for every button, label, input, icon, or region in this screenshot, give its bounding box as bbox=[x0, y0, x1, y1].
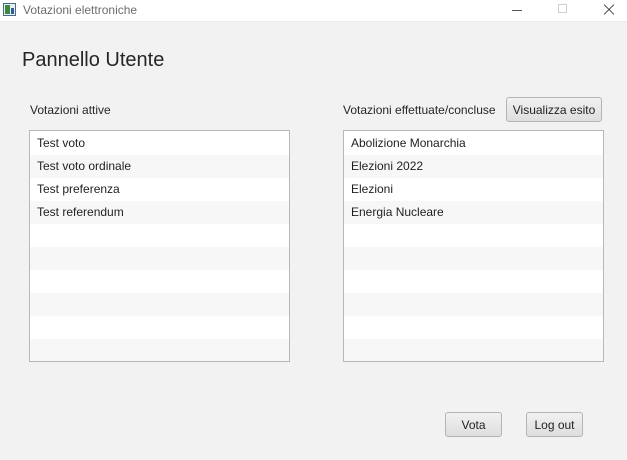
app-icon bbox=[3, 3, 16, 16]
empty-row bbox=[30, 224, 289, 247]
view-result-button[interactable]: Visualizza esito bbox=[506, 97, 602, 122]
list-item[interactable]: Elezioni bbox=[344, 178, 603, 201]
page-title: Pannello Utente bbox=[22, 49, 165, 71]
empty-row bbox=[30, 293, 289, 316]
empty-row bbox=[344, 270, 603, 293]
vote-button[interactable]: Vota bbox=[445, 412, 502, 437]
empty-row bbox=[344, 339, 603, 361]
list-item[interactable]: Abolizione Monarchia bbox=[344, 132, 603, 155]
minimize-button[interactable] bbox=[494, 0, 540, 21]
list-item[interactable]: Energia Nucleare bbox=[344, 201, 603, 224]
concluded-votes-label: Votazioni effettuate/concluse bbox=[343, 103, 496, 117]
empty-row bbox=[30, 339, 289, 361]
list-item[interactable]: Test voto ordinale bbox=[30, 155, 289, 178]
empty-row bbox=[344, 316, 603, 339]
list-item[interactable]: Test preferenza bbox=[30, 178, 289, 201]
empty-row bbox=[30, 247, 289, 270]
empty-row bbox=[344, 247, 603, 270]
close-button[interactable] bbox=[586, 0, 627, 21]
list-item[interactable]: Test referendum bbox=[30, 201, 289, 224]
concluded-votes-list[interactable]: Abolizione Monarchia Elezioni 2022 Elezi… bbox=[343, 130, 604, 362]
empty-row bbox=[344, 224, 603, 247]
window-title: Votazioni elettroniche bbox=[23, 3, 138, 17]
empty-row bbox=[344, 293, 603, 316]
logout-button[interactable]: Log out bbox=[526, 412, 583, 437]
list-item[interactable]: Test voto bbox=[30, 132, 289, 155]
title-bar: Votazioni elettroniche bbox=[0, 0, 627, 22]
empty-row bbox=[30, 316, 289, 339]
list-item[interactable]: Elezioni 2022 bbox=[344, 155, 603, 178]
empty-row bbox=[30, 270, 289, 293]
active-votes-list[interactable]: Test voto Test voto ordinale Test prefer… bbox=[29, 130, 290, 362]
active-votes-label: Votazioni attive bbox=[30, 103, 111, 117]
maximize-button[interactable] bbox=[540, 0, 586, 21]
